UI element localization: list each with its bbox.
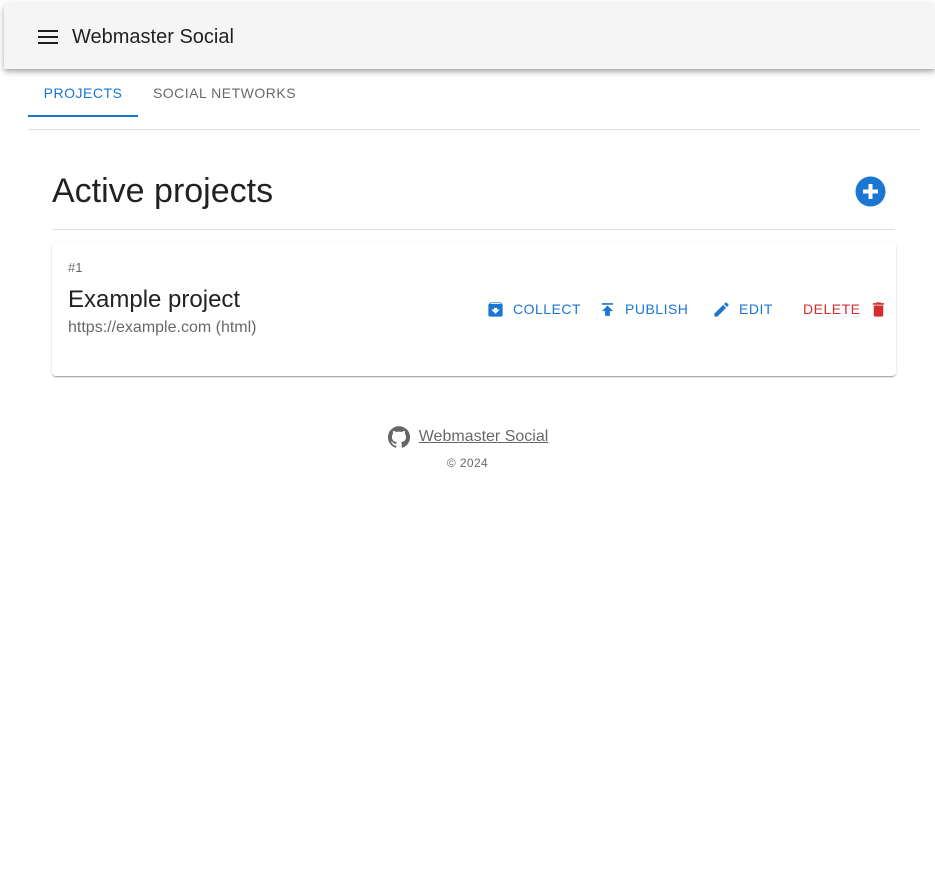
delete-button[interactable]: DELETE — [803, 298, 888, 320]
heading-divider — [52, 229, 895, 230]
project-card: #1 Example project https://example.com (… — [52, 242, 896, 376]
trash-icon — [873, 301, 885, 317]
hamburger-menu-icon — [38, 30, 58, 44]
collect-button[interactable]: COLLECT — [486, 298, 581, 320]
upload-icon — [601, 302, 614, 316]
add-project-button[interactable] — [855, 176, 886, 207]
publish-label: PUBLISH — [625, 301, 689, 317]
tab-bar: PROJECTS SOCIAL NETWORKS — [28, 70, 920, 130]
project-url: https://example.com (html) — [68, 319, 257, 336]
archive-icon — [488, 301, 503, 317]
delete-label: DELETE — [803, 301, 861, 317]
page-title: Active projects — [52, 172, 274, 210]
tab-projects[interactable]: PROJECTS — [28, 70, 138, 116]
collect-label: COLLECT — [513, 301, 582, 317]
tab-social-networks[interactable]: SOCIAL NETWORKS — [138, 70, 311, 116]
menu-button[interactable] — [32, 24, 64, 50]
app-title: Webmaster Social — [72, 26, 234, 48]
app-bar: Webmaster Social — [4, 4, 935, 69]
footer-copyright: © 2024 — [446, 456, 489, 470]
active-tab-indicator — [28, 115, 138, 117]
project-name: Example project — [68, 286, 241, 313]
publish-button[interactable]: PUBLISH — [598, 298, 688, 320]
plus-circle-icon — [855, 176, 886, 207]
project-number: #1 — [68, 260, 83, 275]
edit-button[interactable]: EDIT — [712, 298, 773, 320]
footer: Webmaster Social © 2024 — [0, 424, 935, 470]
footer-repo-link[interactable]: Webmaster Social — [419, 428, 549, 446]
pencil-icon — [714, 301, 729, 317]
github-icon — [387, 426, 410, 448]
edit-label: EDIT — [739, 301, 773, 317]
